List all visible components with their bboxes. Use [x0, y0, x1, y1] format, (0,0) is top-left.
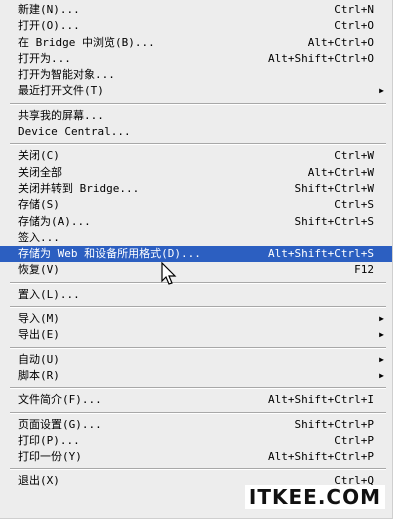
triangle-right-icon: ▶ — [379, 86, 384, 96]
menu-item[interactable]: Device Central... — [0, 124, 392, 140]
menu-item-shortcut: Alt+Ctrl+O — [307, 35, 374, 49]
menu-item-label: 关闭全部 — [18, 165, 62, 179]
menu-item-label: 签入... — [18, 230, 60, 244]
menu-item-label: 置入(L)... — [18, 287, 80, 301]
menu-item-label: 存储(S) — [18, 198, 60, 212]
menu-item[interactable]: 恢复(V) F12 — [0, 262, 392, 278]
menu-item[interactable]: 打开为智能对象... — [0, 67, 392, 83]
menu-item[interactable]: 在 Bridge 中浏览(B)... Alt+Ctrl+O — [0, 35, 392, 51]
menu-item-shortcut: Shift+Ctrl+W — [294, 181, 374, 195]
menu-separator — [0, 279, 392, 287]
menu-item[interactable]: 打印一份(Y) Alt+Shift+Ctrl+P — [0, 449, 392, 465]
menu-item[interactable]: 关闭(C) Ctrl+W — [0, 148, 392, 164]
menu-item-shortcut: Alt+Shift+Ctrl+I — [268, 393, 374, 407]
menu-separator — [0, 140, 392, 148]
menu-separator — [0, 465, 392, 473]
menu-item-shortcut: Ctrl+P — [334, 433, 374, 447]
menu-item-label: Device Central... — [18, 125, 131, 139]
menu-item-shortcut: Alt+Shift+Ctrl+S — [268, 247, 374, 261]
menu-item[interactable]: 脚本(R) ▶ — [0, 368, 392, 384]
menu-item-label: 页面设置(G)... — [18, 417, 102, 431]
menu-separator — [0, 344, 392, 352]
menu-item-label: 打开为... — [18, 51, 71, 65]
menu-item[interactable]: 关闭全部 Alt+Ctrl+W — [0, 165, 392, 181]
menu-item-label: 关闭并转到 Bridge... — [18, 181, 140, 195]
menu-item[interactable]: 置入(L)... — [0, 287, 392, 303]
menu-item-shortcut: Alt+Shift+Ctrl+P — [268, 450, 374, 464]
menu-item-label: 打开(O)... — [18, 19, 80, 33]
menu-item-shortcut: Ctrl+N — [334, 3, 374, 16]
file-menu: 新建(N)... Ctrl+N 打开(O)... Ctrl+O 在 Bridge 中浏览… — [0, 0, 393, 519]
menu-item-shortcut: Shift+Ctrl+P — [294, 417, 374, 431]
menu-item-label: 打印(P)... — [18, 433, 80, 447]
menu-item-shortcut: Ctrl+S — [334, 198, 374, 212]
menu-item-label: 导出(E) — [18, 328, 60, 342]
menu-item-label: 存储为(A)... — [18, 214, 91, 228]
menu-item[interactable]: 打开(O)... Ctrl+O — [0, 18, 392, 34]
menu-separator — [0, 100, 392, 108]
triangle-right-icon: ▶ — [379, 314, 384, 324]
menu-item[interactable]: 导入(M) ▶ — [0, 311, 392, 327]
menu-item[interactable]: 打开为... Alt+Shift+Ctrl+O — [0, 51, 392, 67]
menu-item[interactable]: 打印(P)... Ctrl+P — [0, 433, 392, 449]
triangle-right-icon: ▶ — [379, 330, 384, 340]
menu-separator — [0, 409, 392, 417]
menu-item[interactable]: 自动(U) ▶ — [0, 352, 392, 368]
menu-item[interactable]: 存储为(A)... Shift+Ctrl+S — [0, 214, 392, 230]
menu-item-label: 关闭(C) — [18, 149, 60, 163]
menu-item-shortcut: F12 — [354, 263, 374, 277]
menu-item-shortcut: Alt+Shift+Ctrl+O — [268, 51, 374, 65]
menu-item[interactable]: 新建(N)... Ctrl+N — [0, 2, 392, 18]
triangle-right-icon: ▶ — [379, 370, 384, 380]
menu-item[interactable]: 存储为 Web 和设备所用格式(D)... Alt+Shift+Ctrl+S — [0, 246, 392, 263]
menu-item[interactable]: 最近打开文件(T) ▶ — [0, 83, 392, 99]
menu-item-label: 在 Bridge 中浏览(B)... — [18, 35, 155, 49]
menu-item-label: 文件简介(F)... — [18, 393, 102, 407]
menu-item[interactable]: 存储(S) Ctrl+S — [0, 197, 392, 213]
menu-item-label: 新建(N)... — [18, 3, 80, 16]
menu-item-label: 打开为智能对象... — [18, 68, 115, 82]
menu-separator — [0, 384, 392, 392]
menu-item-label: 恢复(V) — [18, 263, 60, 277]
menu-item-shortcut: Alt+Ctrl+W — [307, 165, 374, 179]
site-watermark: ITKEE.COM — [244, 485, 385, 509]
menu-item-label: 打印一份(Y) — [18, 450, 82, 464]
menu-item-label: 最近打开文件(T) — [18, 84, 104, 98]
menu-item-shortcut: Shift+Ctrl+S — [294, 214, 374, 228]
menu-item[interactable]: 共享我的屏幕... — [0, 108, 392, 124]
menu-item[interactable]: 关闭并转到 Bridge... Shift+Ctrl+W — [0, 181, 392, 197]
menu-item-label: 存储为 Web 和设备所用格式(D)... — [18, 247, 201, 261]
menu-item-label: 共享我的屏幕... — [18, 108, 104, 122]
menu-item[interactable]: 导出(E) ▶ — [0, 327, 392, 343]
menu-item-label: 脚本(R) — [18, 368, 60, 382]
menu-item-label: 导入(M) — [18, 312, 60, 326]
menu-item-shortcut: Ctrl+O — [334, 19, 374, 33]
triangle-right-icon: ▶ — [379, 354, 384, 364]
menu-item[interactable]: 签入... — [0, 230, 392, 246]
menu-separator — [0, 303, 392, 311]
menu-item-label: 自动(U) — [18, 352, 60, 366]
menu-item-shortcut: Ctrl+W — [334, 149, 374, 163]
menu-item-label: 退出(X) — [18, 474, 60, 488]
mouse-pointer-icon — [161, 262, 177, 285]
menu-item[interactable]: 文件简介(F)... Alt+Shift+Ctrl+I — [0, 392, 392, 408]
menu-item[interactable]: 页面设置(G)... Shift+Ctrl+P — [0, 417, 392, 433]
